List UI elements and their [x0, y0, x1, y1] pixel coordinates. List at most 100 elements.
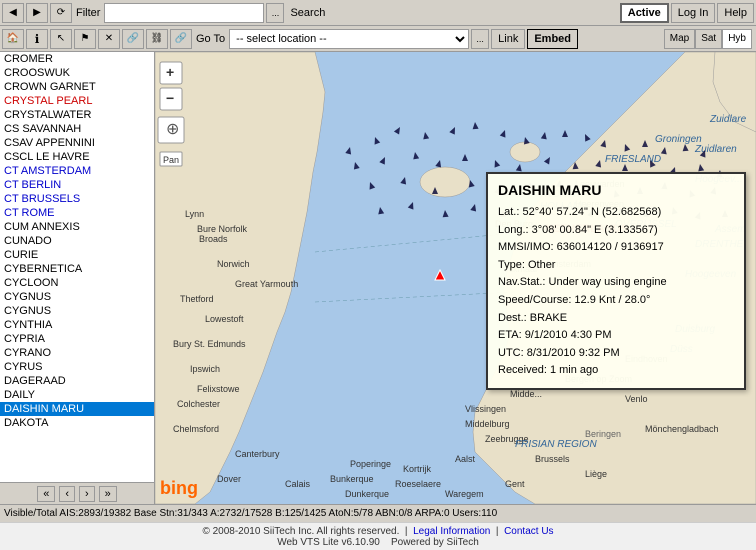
ship-list-item[interactable]: CS SAVANNAH [0, 122, 154, 136]
svg-text:Bure Norfolk: Bure Norfolk [197, 224, 248, 234]
svg-text:Brussels: Brussels [535, 454, 570, 464]
ship-list-item[interactable]: CYRANO [0, 346, 154, 360]
ship-list-item[interactable]: CROMER [0, 52, 154, 66]
login-button[interactable]: Log In [671, 3, 716, 23]
footer: © 2008-2010 SiiTech Inc. All rights rese… [0, 522, 756, 550]
svg-text:Mönchengladbach: Mönchengladbach [645, 424, 719, 434]
link2-icon[interactable]: ⛓ [146, 29, 168, 49]
svg-text:Lynn: Lynn [185, 209, 204, 219]
popup-type: Type: Other [498, 257, 734, 275]
svg-text:+: + [166, 64, 174, 80]
svg-text:Venlo: Venlo [625, 394, 648, 404]
svg-text:Norwich: Norwich [217, 259, 250, 269]
ship-list[interactable]: CROMERCROOSWUKCROWN GARNETCRYSTAL PEARLC… [0, 52, 154, 482]
svg-text:Colchester: Colchester [177, 399, 220, 409]
forward-icon[interactable]: ▶ [26, 3, 48, 23]
goto-dots-btn[interactable]: ... [471, 29, 489, 49]
popup-received: Received: 1 min ago [498, 362, 734, 380]
home-icon[interactable]: 🏠 [2, 29, 24, 49]
svg-text:Zuidlare: Zuidlare [709, 114, 747, 125]
popup-eta: ETA: 9/1/2010 4:30 PM [498, 327, 734, 345]
link-button[interactable]: Link [491, 29, 525, 49]
sat-btn[interactable]: Sat [695, 29, 722, 49]
footer-powered: Powered by SiiTech [391, 537, 479, 548]
svg-text:Bury St. Edmunds: Bury St. Edmunds [173, 339, 246, 349]
location-select[interactable]: -- select location -- [229, 29, 469, 49]
ship-list-item[interactable]: CURIE [0, 248, 154, 262]
ship-list-item[interactable]: CUM ANNEXIS [0, 220, 154, 234]
help-button[interactable]: Help [717, 3, 754, 23]
ship-list-item[interactable]: CROWN GARNET [0, 80, 154, 94]
ship-list-item[interactable]: CT ROME [0, 206, 154, 220]
ship-list-item[interactable]: DAISHIN MARU [0, 402, 154, 416]
toolbar1: ◀ ▶ ⟳ Filter ... Search Active Log In He… [0, 0, 756, 26]
bing-logo: bing [160, 478, 198, 499]
ship-list-item[interactable]: DAGERAAD [0, 374, 154, 388]
map-btn[interactable]: Map [664, 29, 695, 49]
svg-text:Beringen: Beringen [585, 429, 621, 439]
popup-speed: Speed/Course: 12.9 Knt / 28.0° [498, 292, 734, 310]
svg-text:Felixstowe: Felixstowe [197, 384, 240, 394]
ship-list-item[interactable]: CYCLOON [0, 276, 154, 290]
svg-text:Gent: Gent [505, 479, 525, 489]
hyb-btn[interactable]: Hyb [722, 29, 752, 49]
ship-list-item[interactable]: CT BERLIN [0, 178, 154, 192]
popup-dest: Dest.: BRAKE [498, 310, 734, 328]
ship-list-item[interactable]: CT AMSTERDAM [0, 164, 154, 178]
popup-title: DAISHIN MARU [498, 182, 734, 198]
footer-copyright: © 2008-2010 SiiTech Inc. All rights rese… [202, 526, 399, 537]
statusbar: Visible/Total AIS:2893/19382 Base Stn:31… [0, 504, 756, 522]
cursor-icon[interactable]: ↖ [50, 29, 72, 49]
ship-list-item[interactable]: CT BRUSSELS [0, 192, 154, 206]
popup-navstat: Nav.Stat.: Under way using engine [498, 274, 734, 292]
ship-list-item[interactable]: CYRUS [0, 360, 154, 374]
ship-list-item[interactable]: CRYSTAL PEARL [0, 94, 154, 108]
back-icon[interactable]: ◀ [2, 3, 24, 23]
link3-icon[interactable]: 🔗 [170, 29, 192, 49]
ship-list-item[interactable]: CUNADO [0, 234, 154, 248]
search-label: Search [290, 7, 325, 19]
ship-list-item[interactable]: CYPRIA [0, 332, 154, 346]
active-button[interactable]: Active [620, 3, 669, 23]
svg-text:Ipswich: Ipswich [190, 364, 220, 374]
svg-text:Aalst: Aalst [455, 454, 476, 464]
ship-list-item[interactable]: CYGNUS [0, 304, 154, 318]
ship-list-item[interactable]: CYBERNETICA [0, 262, 154, 276]
ship-list-item[interactable]: CRYSTALWATER [0, 108, 154, 122]
cross-icon[interactable]: ✕ [98, 29, 120, 49]
popup-utc: UTC: 8/31/2010 9:32 PM [498, 345, 734, 363]
footer-line1: © 2008-2010 SiiTech Inc. All rights rese… [202, 526, 553, 537]
link-icon[interactable]: 🔗 [122, 29, 144, 49]
ship-list-item[interactable]: DAILY [0, 388, 154, 402]
ship-sidebar: CROMERCROOSWUKCROWN GARNETCRYSTAL PEARLC… [0, 52, 155, 504]
svg-text:Poperinge: Poperinge [350, 459, 391, 469]
svg-text:Thetford: Thetford [180, 294, 214, 304]
info-icon[interactable]: ℹ [26, 29, 48, 49]
ship-list-item[interactable]: CYNTHIA [0, 318, 154, 332]
footer-version: Web VTS Lite v6.10.90 [277, 537, 380, 548]
svg-text:Waregem: Waregem [445, 489, 484, 499]
ship-list-item[interactable]: CROOSWUK [0, 66, 154, 80]
first-page-btn[interactable]: « [37, 486, 55, 502]
ship-list-item[interactable]: DAKOTA [0, 416, 154, 430]
footer-contact-link[interactable]: Contact Us [504, 526, 553, 537]
ship-list-item[interactable]: CSAV APPENNINI [0, 136, 154, 150]
filter-dots-btn[interactable]: ... [266, 3, 284, 23]
svg-text:Canterbury: Canterbury [235, 449, 280, 459]
filter-input[interactable] [104, 3, 264, 23]
refresh-icon[interactable]: ⟳ [50, 3, 72, 23]
flag-icon[interactable]: ⚑ [74, 29, 96, 49]
footer-legal-link[interactable]: Legal Information [413, 526, 490, 537]
status-text: Visible/Total AIS:2893/19382 Base Stn:31… [4, 508, 497, 519]
prev-page-btn[interactable]: ‹ [59, 486, 75, 502]
svg-text:Vlissingen: Vlissingen [465, 404, 506, 414]
last-page-btn[interactable]: » [99, 486, 117, 502]
svg-text:Calais: Calais [285, 479, 311, 489]
svg-text:Lowestoft: Lowestoft [205, 314, 244, 324]
next-page-btn[interactable]: › [79, 486, 95, 502]
goto-label: Go To [196, 33, 225, 45]
ship-list-item[interactable]: CYGNUS [0, 290, 154, 304]
embed-button[interactable]: Embed [527, 29, 578, 49]
ship-list-item[interactable]: CSCL LE HAVRE [0, 150, 154, 164]
svg-text:Chelmsford: Chelmsford [173, 424, 219, 434]
